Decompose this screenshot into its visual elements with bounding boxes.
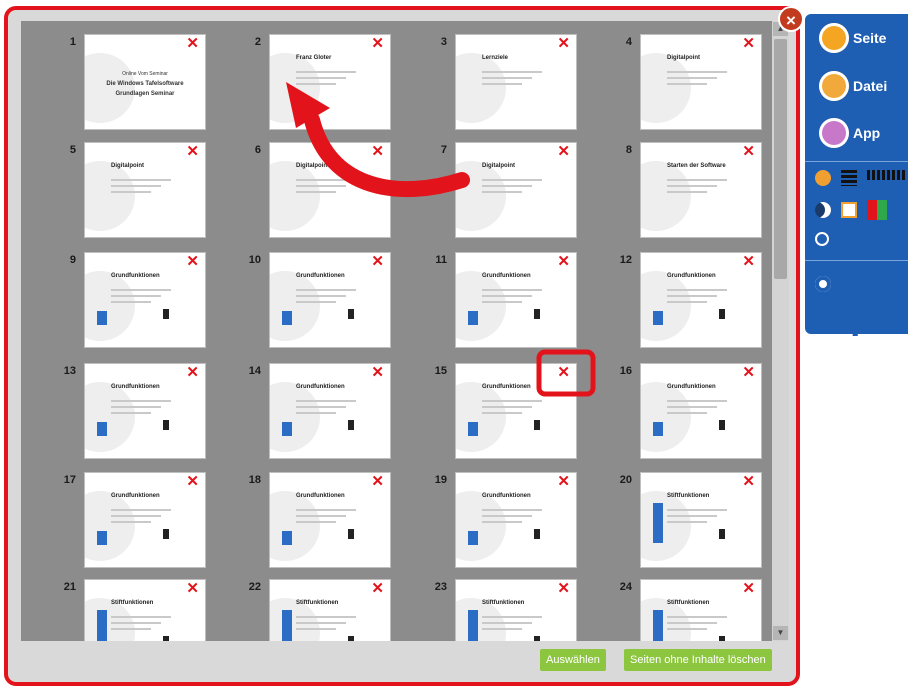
annotation-highlight-box [536, 349, 596, 397]
annotation-overlay [286, 82, 596, 397]
annotation-arrow [304, 112, 470, 198]
